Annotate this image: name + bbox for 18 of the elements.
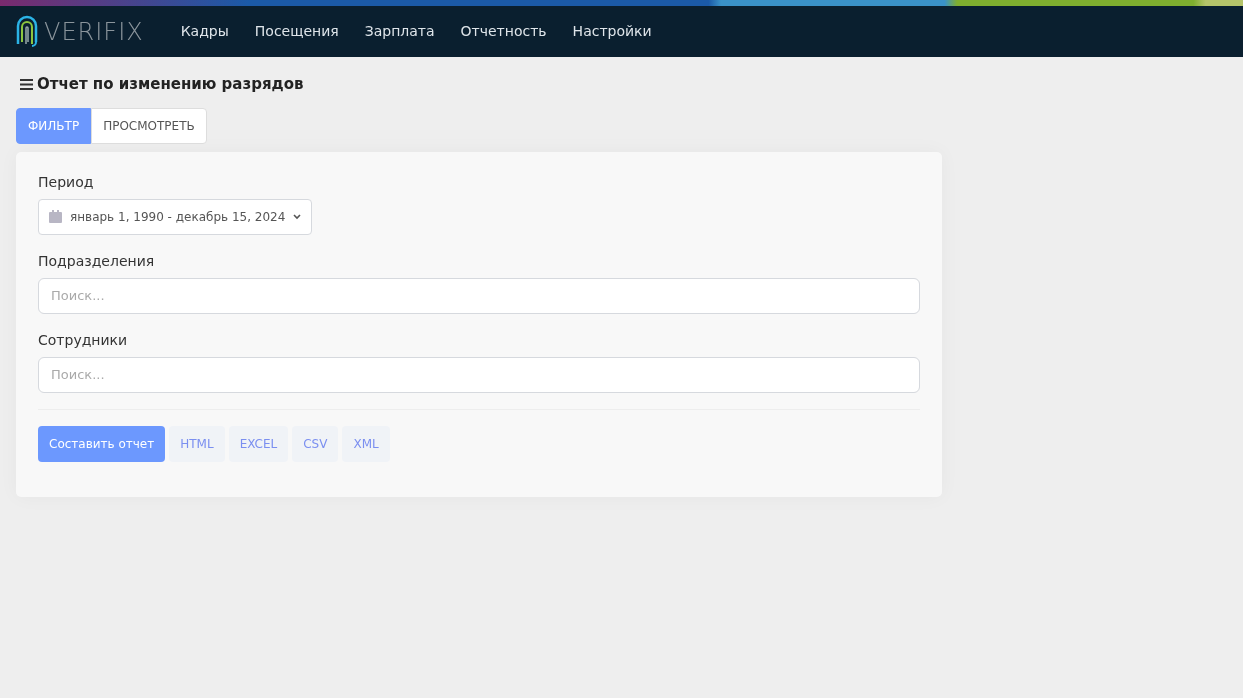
field-label: Сотрудники xyxy=(38,330,129,350)
search-field[interactable]: Поиск... xyxy=(38,356,920,393)
menu-icon[interactable] xyxy=(20,78,33,90)
search-field[interactable]: Поиск... xyxy=(38,277,920,314)
fingerprint-logo-icon xyxy=(14,13,40,50)
brand-name: VERIFIX xyxy=(44,16,144,48)
page-title: Отчет по изменению разрядов xyxy=(37,74,304,95)
nav-link[interactable]: Зарплата xyxy=(351,21,448,42)
nav-link[interactable]: Посещения xyxy=(241,21,352,42)
nav-link[interactable]: Настройки xyxy=(559,21,665,42)
calendar-icon xyxy=(49,210,62,223)
nav-link[interactable]: Отчетность xyxy=(447,21,560,42)
tab[interactable]: ПРОСМОТРЕТЬ xyxy=(91,107,207,144)
chevron-down-icon xyxy=(293,213,302,220)
field-label: Подразделения xyxy=(38,251,156,271)
nav-link[interactable]: Кадры xyxy=(167,21,242,42)
field-label: Период xyxy=(38,172,95,192)
date-range-picker[interactable]: январь 1, 1990 - декабрь 15, 2024 xyxy=(38,198,313,235)
